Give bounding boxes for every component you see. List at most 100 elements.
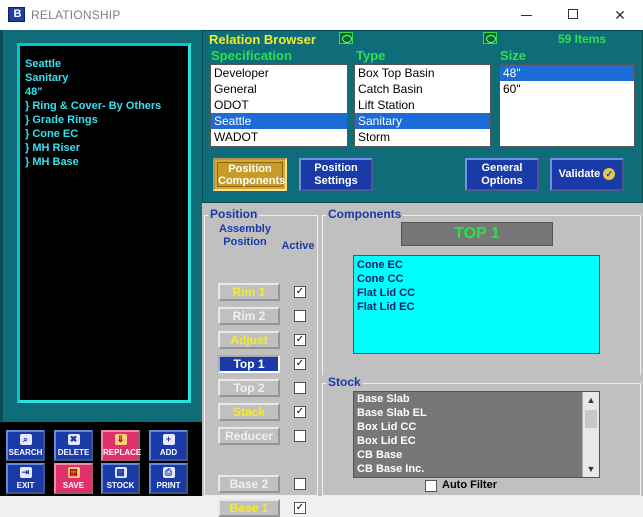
summary-line: Seattle	[25, 58, 62, 70]
specification-item[interactable]: Developer	[211, 65, 347, 81]
position-button-adjust[interactable]: Adjust	[218, 331, 280, 349]
toolbar: ⌕ SEARCH ✖ DELETE ⇓ REPLACE + ADD ⇥ EXIT ▤ SAV…	[0, 422, 202, 496]
stock-scrollbar[interactable]: ▲ ▼	[582, 392, 599, 477]
item-count: 59 Items	[558, 32, 607, 46]
position-button-reducer[interactable]: Reducer	[218, 427, 280, 445]
relation-browser: Relation Browser 59 Items Specification …	[202, 30, 643, 203]
size-item[interactable]: 48"	[500, 65, 634, 81]
active-checkbox[interactable]	[294, 382, 306, 394]
active-checkbox[interactable]: ✓	[294, 406, 306, 418]
type-item[interactable]: Sanitary	[355, 113, 490, 129]
specification-item[interactable]: ODOT	[211, 97, 347, 113]
active-checkbox[interactable]	[294, 310, 306, 322]
app-icon: B	[8, 7, 25, 22]
summary-line: Sanitary	[25, 72, 69, 84]
stock-items: Base Slab Base Slab EL Box Lid CC Box Lid E…	[354, 392, 599, 476]
stock-item[interactable]: Base Slab EL	[354, 406, 599, 420]
summary-line: } MH Riser	[25, 142, 81, 154]
component-item[interactable]: Flat Lid CC	[354, 286, 599, 300]
assembly-position-header: Assembly Position	[219, 223, 271, 248]
position-button-rim-1[interactable]: Rim 1	[218, 283, 280, 301]
summary-list: Seattle Sanitary 48" } Ring & Cover- By Oth…	[25, 57, 161, 169]
active-header: Active	[281, 240, 315, 252]
stock-list[interactable]: Base Slab Base Slab EL Box Lid CC Box Lid E…	[353, 391, 600, 478]
active-checkbox[interactable]	[294, 430, 306, 442]
type-item[interactable]: Lift Station	[355, 97, 490, 113]
size-list[interactable]: 48" 60"	[499, 64, 635, 147]
component-item[interactable]: Cone EC	[354, 258, 599, 272]
position-panel: Position Assembly Position Active Rim 1 ✓…	[202, 207, 318, 517]
position-title: Position	[208, 207, 260, 221]
position-components-button[interactable]: Position Components	[213, 158, 287, 191]
check-icon: ✓	[603, 168, 616, 181]
component-item[interactable]: Cone CC	[354, 272, 599, 286]
minimize-button[interactable]	[504, 0, 550, 30]
position-button-stack[interactable]: Stack	[218, 403, 280, 421]
search-button[interactable]: ⌕ SEARCH	[6, 430, 45, 461]
position-button-base-2[interactable]: Base 2	[218, 475, 280, 493]
replace-button[interactable]: ⇓ REPLACE	[101, 430, 141, 461]
stock-item[interactable]: Base Slab	[354, 392, 599, 406]
active-checkbox[interactable]: ✓	[294, 286, 306, 298]
components-panel: Components TOP 1 Cone EC Cone CC Flat Lid …	[320, 207, 643, 400]
component-item[interactable]: Flat Lid EC	[354, 300, 599, 314]
print-button[interactable]: ⎙ PRINT	[149, 463, 188, 494]
position-button-top-2[interactable]: Top 2	[218, 379, 280, 397]
current-position-label: TOP 1	[401, 222, 553, 246]
stock-item[interactable]: CB Base	[354, 448, 599, 462]
type-item[interactable]: Storm	[355, 129, 490, 145]
type-item[interactable]: Catch Basin	[355, 81, 490, 97]
exit-icon: ⇥	[19, 467, 32, 478]
general-options-button[interactable]: General Options	[465, 158, 539, 191]
auto-filter-label: Auto Filter	[442, 479, 497, 491]
stock-item[interactable]: Box Lid EC	[354, 434, 599, 448]
specification-list[interactable]: Developer General ODOT Seattle WADOT	[210, 64, 348, 147]
type-item[interactable]: Box Top Basin	[355, 65, 490, 81]
position-button-base-1[interactable]: Base 1	[218, 499, 280, 517]
active-checkbox[interactable]	[294, 478, 306, 490]
add-button[interactable]: + ADD	[149, 430, 188, 461]
exit-button[interactable]: ⇥ EXIT	[6, 463, 45, 494]
print-icon: ⎙	[162, 467, 175, 478]
active-checkbox[interactable]: ✓	[294, 358, 306, 370]
maximize-button[interactable]	[550, 0, 596, 30]
specification-item[interactable]: General	[211, 81, 347, 97]
stock-button[interactable]: ▦ STOCK	[101, 463, 140, 494]
save-icon: ▤	[67, 467, 80, 478]
summary-line: } Ring & Cover- By Others	[25, 100, 162, 112]
scroll-thumb[interactable]	[585, 410, 597, 428]
components-title: Components	[326, 207, 404, 221]
scroll-up-icon[interactable]: ▲	[583, 392, 599, 408]
save-button[interactable]: ▤ SAVE	[54, 463, 93, 494]
size-item[interactable]: 60"	[500, 81, 634, 97]
stock-item[interactable]: CB Base Inc.	[354, 462, 599, 476]
summary-line: 48"	[25, 86, 43, 98]
specification-item[interactable]: WADOT	[211, 129, 347, 145]
type-list[interactable]: Box Top Basin Catch Basin Lift Station Sani…	[354, 64, 491, 147]
delete-button[interactable]: ✖ DELETE	[54, 430, 93, 461]
close-button[interactable]: ✕	[597, 0, 643, 30]
summary-line: } Cone EC	[25, 128, 79, 140]
close-icon: ✕	[614, 7, 626, 23]
auto-filter-checkbox[interactable]	[425, 480, 437, 492]
stock-panel: Stock Base Slab Base Slab EL Box Lid CC Box…	[320, 375, 643, 496]
left-panel-frame: Seattle Sanitary 48" } Ring & Cover- By Oth…	[0, 30, 202, 422]
search-icon: ⌕	[19, 434, 32, 445]
position-button-rim-2[interactable]: Rim 2	[218, 307, 280, 325]
active-checkbox[interactable]: ✓	[294, 334, 306, 346]
minimize-icon	[521, 15, 532, 16]
scroll-down-icon[interactable]: ▼	[583, 461, 599, 477]
stock-item[interactable]: Box Lid CC	[354, 420, 599, 434]
summary-line: } Grade Rings	[25, 114, 98, 126]
active-checkbox[interactable]: ✓	[294, 502, 306, 514]
position-settings-button[interactable]: Position Settings	[299, 158, 373, 191]
refresh-icon[interactable]	[483, 32, 497, 44]
stock-title: Stock	[326, 375, 363, 389]
refresh-icon[interactable]	[339, 32, 353, 44]
specification-item[interactable]: Seattle	[211, 113, 347, 129]
position-button-top-1[interactable]: Top 1	[218, 355, 280, 373]
window-title: RELATIONSHIP	[31, 8, 121, 22]
stock-icon: ▦	[114, 467, 127, 478]
components-list[interactable]: Cone EC Cone CC Flat Lid CC Flat Lid EC	[353, 255, 600, 354]
validate-button[interactable]: Validate ✓	[550, 158, 624, 191]
